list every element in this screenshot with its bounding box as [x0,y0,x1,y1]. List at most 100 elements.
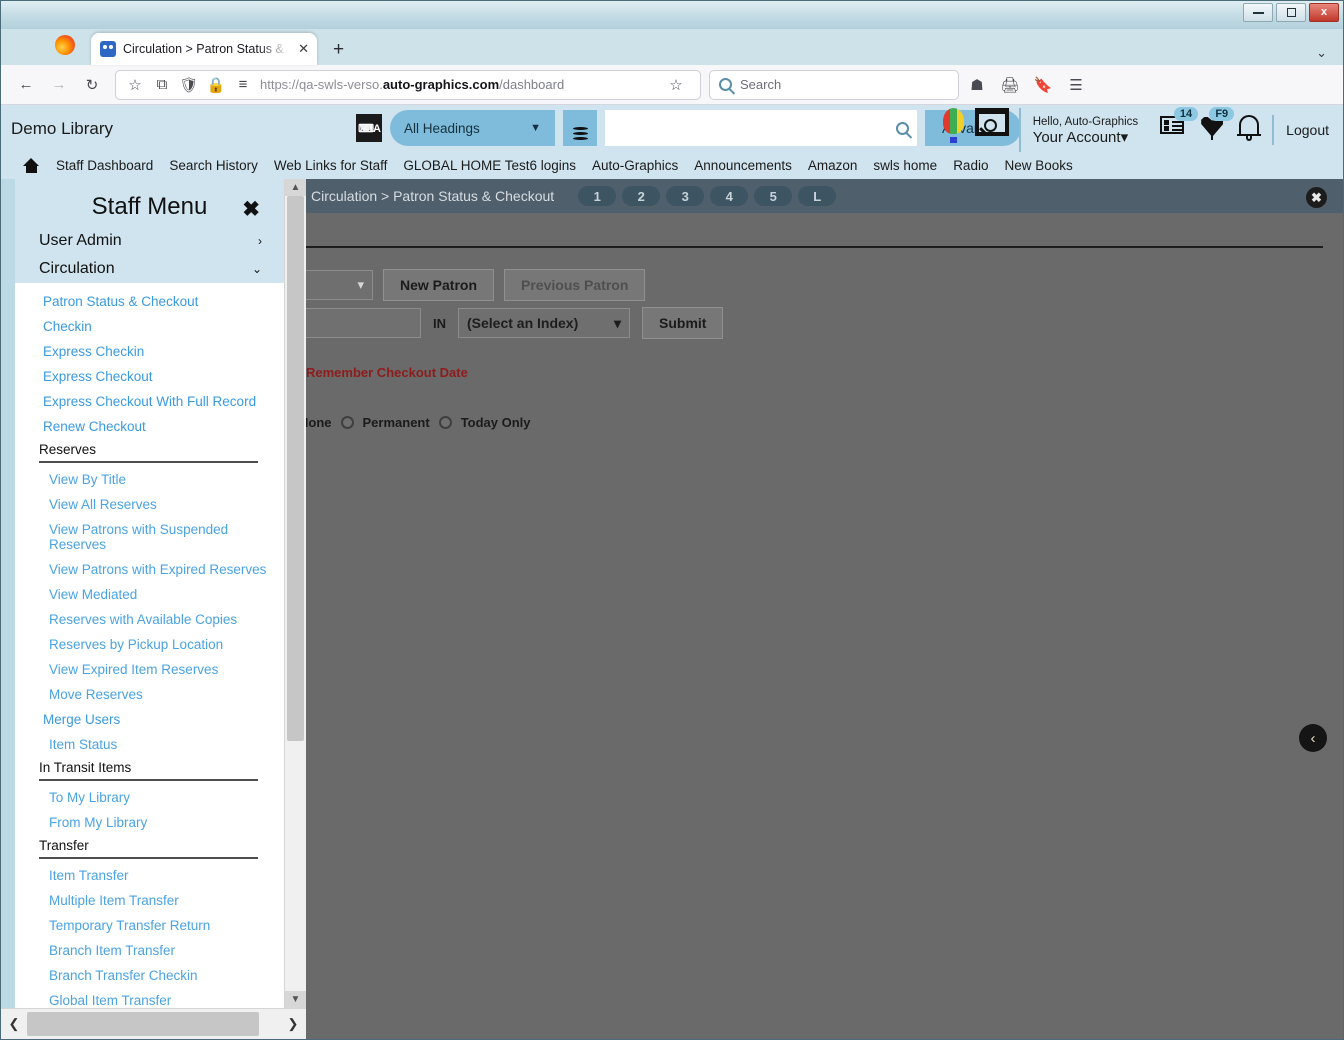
window-minimize-button[interactable] [1243,3,1273,22]
staff-menu-item[interactable]: Item Status [15,732,284,757]
staff-menu-close-icon[interactable]: ✖ [242,197,260,222]
collapse-sidebar-button[interactable]: ‹ [1299,724,1327,752]
scroll-down-arrow-icon[interactable]: ▼ [285,991,306,1008]
nav-link-swls-home[interactable]: swls home [873,158,937,173]
horizontal-scroll-track[interactable] [27,1009,280,1039]
new-tab-button[interactable]: + [333,39,344,61]
browser-search-bar[interactable]: Search [709,69,959,100]
scroll-left-arrow-icon[interactable]: ❮ [1,1009,27,1039]
window-maximize-button[interactable] [1276,3,1306,22]
extensions-icon[interactable]: 🔖 [1028,70,1058,100]
staff-menu-vertical-scrollbar[interactable]: ▲ ▼ [284,179,306,1008]
tab-list-chevron-icon[interactable]: ⌄ [1316,45,1327,61]
staff-menu-item[interactable]: Move Reserves [15,682,284,707]
url-bar[interactable]: ☆ ⧉ 🛡 🔒 ≡ https://qa-swls-verso.auto-gra… [115,69,701,100]
favorites-heart-icon[interactable]: F9 [1200,107,1235,142]
notifications-bell-icon[interactable] [1236,108,1262,142]
nav-link-staff-dashboard[interactable]: Staff Dashboard [56,158,153,173]
scroll-right-arrow-icon[interactable]: ❯ [280,1009,306,1039]
close-panel-button[interactable]: ✖ [1306,187,1327,208]
page-button-2[interactable]: 2 [622,186,661,206]
bookmark-page-icon[interactable]: ☆ [661,70,691,100]
search-scope-select[interactable]: All Headings ▼ [390,110,555,146]
staff-menu-item[interactable]: Express Checkout With Full Record [15,389,284,414]
print-icon[interactable]: 🖨 [995,70,1025,100]
scroll-up-arrow-icon[interactable]: ▲ [285,179,306,196]
hot-air-balloon-icon[interactable] [942,108,965,146]
patron-type-select[interactable]: ▾ [301,270,373,300]
reload-button[interactable]: ↻ [77,70,107,100]
window-close-button[interactable]: x [1309,3,1339,22]
nav-link-announcements[interactable]: Announcements [694,158,792,173]
browser-tab[interactable]: Circulation > Patron Status & C ✕ [91,33,317,65]
staff-menu-item[interactable]: Branch Transfer Checkin [15,963,284,988]
patron-search-input[interactable] [301,308,421,338]
home-icon[interactable] [23,158,40,173]
staff-menu-item[interactable]: View Patrons with Expired Reserves [15,557,284,582]
account-menu[interactable]: Hello, Auto-Graphics Your Account▾ [1018,108,1150,152]
staff-menu-item[interactable]: View Expired Item Reserves [15,657,284,682]
page-button-4[interactable]: 4 [710,186,749,206]
nav-link-search-history[interactable]: Search History [169,158,258,173]
nav-link-radio[interactable]: Radio [953,158,988,173]
logout-link[interactable]: Logout [1272,115,1337,145]
staff-menu-overlay: Staff Menu ✖ User Admin › Circulation ⌄ … [1,179,306,1039]
staff-menu-item[interactable]: Express Checkout [15,364,284,389]
staff-menu-item[interactable]: View All Reserves [15,492,284,517]
tab-close-icon[interactable]: ✕ [296,41,311,57]
radio-today-only[interactable] [438,416,452,429]
staff-menu-item[interactable]: Express Checkin [15,339,284,364]
staff-menu-user-admin[interactable]: User Admin › [15,227,284,255]
staff-menu-item[interactable]: View Patrons with Suspended Reserves [15,517,284,557]
page-button-5[interactable]: 5 [754,186,793,206]
staff-menu-item[interactable]: Multiple Item Transfer [15,888,284,913]
save-to-pocket-icon[interactable]: ⧉ [152,70,172,100]
media-search-icon[interactable] [974,108,1009,142]
account-greeting: Hello, Auto-Graphics [1032,116,1139,128]
staff-menu-item[interactable]: Reserves with Available Copies [15,607,284,632]
app-search-input[interactable] [605,110,917,146]
pocket-icon[interactable]: ☗ [962,70,992,100]
staff-menu-item[interactable]: Checkin [15,314,284,339]
staff-menu-item[interactable]: From My Library [15,810,284,835]
staff-menu-item[interactable]: View By Title [15,467,284,492]
nav-link-amazon[interactable]: Amazon [808,158,858,173]
staff-menu-item[interactable]: Reserves by Pickup Location [15,632,284,657]
radio-permanent[interactable] [340,416,354,429]
vertical-scroll-track[interactable] [285,196,306,991]
staff-menu-item[interactable]: Renew Checkout [15,414,284,439]
staff-menu-horizontal-scrollbar[interactable]: ❮ ❯ [1,1008,306,1039]
page-button-1[interactable]: 1 [578,186,617,206]
staff-menu-item[interactable]: Branch Item Transfer [15,938,284,963]
staff-menu-item[interactable]: Patron Status & Checkout [15,289,284,314]
nav-link-web-links-for-staff[interactable]: Web Links for Staff [274,158,388,173]
staff-menu-item[interactable]: Item Transfer [15,863,284,888]
previous-patron-button[interactable]: Previous Patron [504,269,646,301]
shield-icon[interactable]: 🛡 [179,70,199,100]
vertical-scroll-thumb[interactable] [287,196,304,741]
permissions-icon[interactable]: ≡ [233,70,253,100]
horizontal-scroll-thumb[interactable] [27,1012,259,1036]
back-button[interactable]: ← [11,70,41,100]
staff-menu-item[interactable]: Merge Users [15,707,284,732]
page-button-3[interactable]: 3 [666,186,705,206]
bookmark-star-icon[interactable]: ☆ [125,70,145,100]
staff-menu-item[interactable]: Global Item Transfer [15,988,284,1008]
nav-link-auto-graphics[interactable]: Auto-Graphics [592,158,678,173]
forward-button[interactable]: → [44,70,74,100]
staff-menu-item[interactable]: View Mediated [15,582,284,607]
app-menu-icon[interactable]: ☰ [1061,70,1091,100]
database-icon[interactable] [563,110,597,146]
saved-lists-icon[interactable]: 14 [1160,107,1199,142]
language-toggle-icon[interactable]: ⌨A [356,114,382,142]
lock-icon[interactable]: 🔒 [206,70,226,100]
staff-menu-item[interactable]: To My Library [15,785,284,810]
staff-menu-item[interactable]: Temporary Transfer Return [15,913,284,938]
nav-link-new-books[interactable]: New Books [1004,158,1072,173]
page-button-last[interactable]: L [798,186,837,206]
submit-button[interactable]: Submit [642,307,724,339]
staff-menu-circulation[interactable]: Circulation ⌄ [15,255,284,283]
new-patron-button[interactable]: New Patron [383,269,495,301]
index-select[interactable]: (Select an Index) ▾ [458,308,630,338]
nav-link-global-home[interactable]: GLOBAL HOME Test6 logins [403,158,576,173]
